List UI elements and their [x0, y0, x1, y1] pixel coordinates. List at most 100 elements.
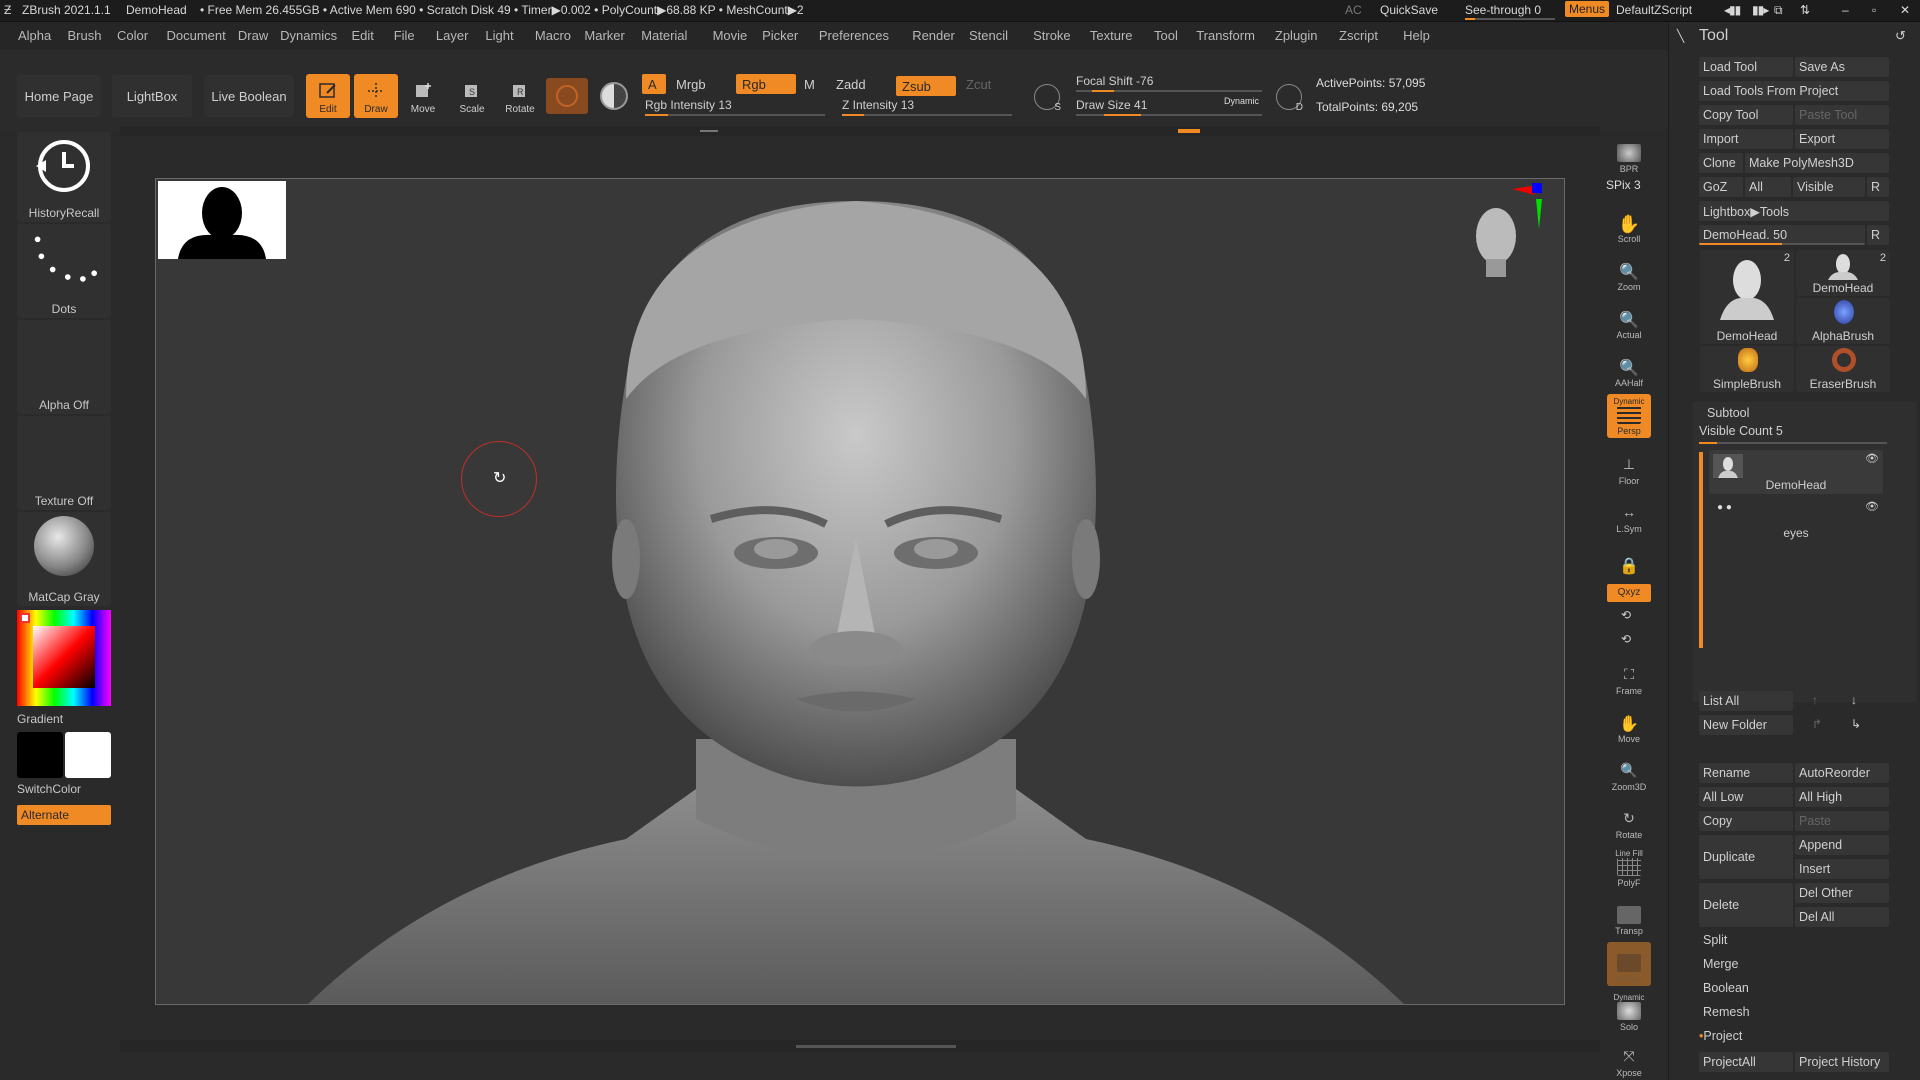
dynamic-size-toggle[interactable]: Dynamic — [1224, 96, 1259, 106]
lsym-button[interactable]: ↔ L.Sym — [1607, 492, 1651, 536]
secondary-color-swatch[interactable] — [17, 732, 63, 778]
delete-button[interactable]: Delete — [1699, 883, 1793, 927]
zadd-toggle[interactable]: Zadd — [830, 74, 872, 94]
lazymouse-s-icon[interactable]: S — [1034, 84, 1061, 113]
tool-thumb-simplebrush[interactable]: SimpleBrush — [1700, 346, 1794, 392]
menu-stroke[interactable]: Stroke — [1033, 28, 1071, 43]
new-folder-button[interactable]: New Folder — [1699, 715, 1793, 735]
menu-tool[interactable]: Tool — [1154, 28, 1178, 43]
actual-button[interactable]: 🔍 Actual — [1607, 298, 1651, 342]
tool-thumb-alphabrush[interactable]: AlphaBrush — [1796, 298, 1890, 344]
folder-in-icon[interactable]: ↳ — [1851, 717, 1861, 731]
menu-dynamics[interactable]: Dynamics — [280, 28, 337, 43]
load-tool-button[interactable]: Load Tool — [1699, 57, 1793, 77]
import-button[interactable]: Import — [1699, 129, 1793, 149]
navigation-gizmo[interactable] — [1468, 181, 1548, 301]
menu-color[interactable]: Color — [117, 28, 148, 43]
rotate-mode-button[interactable]: R Rotate — [498, 74, 542, 118]
paste-button[interactable]: Paste — [1795, 811, 1889, 831]
copy-tool-button[interactable]: Copy Tool — [1699, 105, 1793, 125]
bpr-button[interactable]: BPR — [1607, 132, 1651, 176]
rgb-intensity-slider[interactable]: Rgb Intensity 13 — [645, 98, 825, 116]
lazymouse-d-icon[interactable]: D — [1276, 84, 1303, 113]
color-picker[interactable] — [17, 610, 111, 706]
del-other-button[interactable]: Del Other — [1795, 883, 1889, 903]
m-toggle[interactable]: M — [798, 74, 821, 94]
menu-marker[interactable]: Marker — [584, 28, 624, 43]
menu-alpha[interactable]: Alpha — [18, 28, 51, 43]
xyz-toggle[interactable]: Qxyz — [1607, 584, 1651, 602]
color-picker-marker[interactable] — [20, 613, 30, 623]
close-icon[interactable]: ✕ — [1900, 3, 1910, 17]
menu-texture[interactable]: Texture — [1090, 28, 1133, 43]
material-swatch-button[interactable] — [546, 78, 588, 114]
menu-movie[interactable]: Movie — [713, 28, 748, 43]
boolean-section[interactable]: Boolean — [1703, 981, 1749, 995]
menu-brush[interactable]: Brush — [68, 28, 102, 43]
gradient-label[interactable]: Gradient — [17, 712, 63, 726]
a-toggle[interactable]: A — [642, 74, 666, 94]
make-polymesh3d-button[interactable]: Make PolyMesh3D — [1745, 153, 1889, 173]
spix-slider[interactable]: SPix 3 — [1606, 178, 1641, 192]
menu-document[interactable]: Document — [167, 28, 226, 43]
polyf-button[interactable]: Line Fill PolyF — [1607, 846, 1651, 890]
frame-button[interactable]: ⛶ Frame — [1607, 654, 1651, 698]
folder-arrow-icon[interactable]: ↱ — [1812, 717, 1822, 731]
zoom-button[interactable]: 🔍 Zoom — [1607, 250, 1651, 294]
scale-mode-button[interactable]: S Scale — [450, 74, 494, 118]
tool-thumb-demohead[interactable]: 2 DemoHead — [1700, 250, 1794, 344]
menu-layer[interactable]: Layer — [436, 28, 469, 43]
move-mode-button[interactable]: Move — [401, 74, 445, 118]
visibility-eye-icon[interactable]: 👁 — [1865, 452, 1879, 465]
edit-mode-button[interactable]: Edit — [306, 74, 350, 118]
lock-button[interactable]: 🔒 — [1607, 538, 1651, 578]
rotate-view-button[interactable]: ↻ Rotate — [1607, 798, 1651, 842]
tool-thumb-demohead-small[interactable]: 2 DemoHead — [1796, 250, 1890, 296]
move-down-icon[interactable]: ↓ — [1851, 693, 1857, 707]
menu-light[interactable]: Light — [485, 28, 513, 43]
draw-mode-button[interactable]: Draw — [354, 74, 398, 118]
ghost-button[interactable]: Ghost — [1607, 942, 1651, 986]
project-section[interactable]: •Project — [1699, 1029, 1742, 1043]
clone-button[interactable]: Clone — [1699, 153, 1743, 173]
demohead-model[interactable] — [156, 179, 1565, 1005]
home-page-button[interactable]: Home Page — [17, 75, 101, 117]
move-up-icon[interactable]: ↑ — [1812, 693, 1818, 707]
live-boolean-button[interactable]: Live Boolean — [204, 75, 294, 117]
aahalf-button[interactable]: 🔍 AAHalf — [1607, 346, 1651, 390]
paste-tool-button[interactable]: Paste Tool — [1795, 105, 1889, 125]
gradient-sphere-icon[interactable] — [600, 82, 628, 110]
rotate-y-icon[interactable]: ⟲ — [1621, 608, 1631, 622]
menu-preferences[interactable]: Preferences — [819, 28, 889, 43]
zcut-toggle[interactable]: Zcut — [960, 74, 997, 94]
zoom3d-button[interactable]: 🔍 Zoom3D — [1607, 750, 1651, 794]
alpha-off-button[interactable]: Alpha Off — [17, 320, 111, 414]
menu-stencil[interactable]: Stencil — [969, 28, 1008, 43]
document-canvas[interactable]: ↻ — [155, 178, 1565, 1005]
menu-render[interactable]: Render — [912, 28, 955, 43]
move-view-button[interactable]: ✋ Move — [1607, 702, 1651, 746]
menu-zscript[interactable]: Zscript — [1339, 28, 1378, 43]
maximize-icon[interactable]: ▫ — [1872, 3, 1876, 17]
menu-help[interactable]: Help — [1403, 28, 1430, 43]
subtool-scrollbar[interactable] — [1699, 452, 1703, 648]
subtool-item-eyes[interactable]: ● ● eyes 👁 — [1709, 498, 1883, 542]
scroll-button[interactable]: ✋ Scroll — [1607, 202, 1651, 246]
goz-visible-button[interactable]: Visible — [1793, 177, 1865, 197]
bottom-tray-handle[interactable] — [796, 1045, 956, 1048]
autoreorder-button[interactable]: AutoReorder — [1795, 763, 1889, 783]
project-history-button[interactable]: Project History — [1795, 1052, 1889, 1072]
matcap-gray-button[interactable]: MatCap Gray — [17, 512, 111, 606]
demohead-r-button[interactable]: R — [1867, 225, 1889, 245]
save-as-button[interactable]: Save As — [1795, 57, 1889, 77]
demohead-slider[interactable]: DemoHead. 50 — [1699, 225, 1865, 245]
stroke-dots-button[interactable]: Dots — [17, 224, 111, 318]
lightbox-button[interactable]: LightBox — [112, 75, 192, 117]
all-low-button[interactable]: All Low — [1699, 787, 1793, 807]
tool-thumb-eraserbrush[interactable]: EraserBrush — [1796, 346, 1890, 392]
color-picker-square[interactable] — [33, 626, 95, 688]
xpose-button[interactable]: ⤧ Xpose — [1607, 1036, 1651, 1080]
menus-toggle[interactable]: Menus — [1565, 1, 1610, 17]
rename-button[interactable]: Rename — [1699, 763, 1793, 783]
ac-label[interactable]: AC — [1345, 3, 1362, 17]
